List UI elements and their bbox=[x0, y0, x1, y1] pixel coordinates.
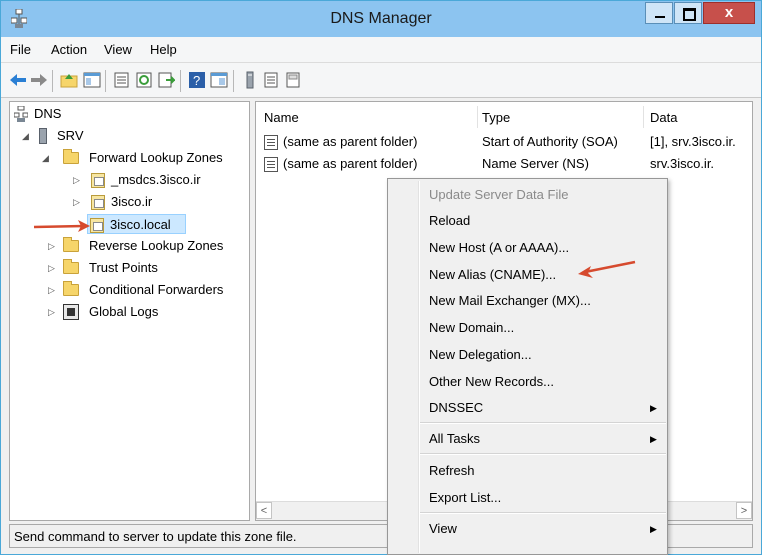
record-data: [1], srv.3isco.ir. bbox=[650, 134, 736, 149]
submenu-arrow-icon: ▶ bbox=[650, 524, 657, 534]
record-icon bbox=[264, 135, 278, 150]
table-row[interactable]: (same as parent folder) Name Server (NS)… bbox=[260, 154, 750, 174]
menu-dnssec[interactable]: DNSSEC bbox=[429, 398, 483, 418]
menu-update-server-data-file[interactable]: Update Server Data File bbox=[429, 185, 568, 205]
record-type: Start of Authority (SOA) bbox=[482, 134, 618, 149]
tree-item-zone-msdcs[interactable]: ▷ _msdcs.3isco.ir bbox=[12, 170, 242, 190]
tree-label-forward-lookup-zones: Forward Lookup Zones bbox=[89, 150, 223, 165]
tree-label-reverse-lookup-zones: Reverse Lookup Zones bbox=[89, 238, 224, 253]
collapse-icon[interactable]: ◢ bbox=[22, 126, 29, 146]
column-header-data[interactable]: Data bbox=[650, 108, 677, 128]
expand-icon[interactable]: ▷ bbox=[48, 236, 55, 256]
zone-icon bbox=[90, 218, 104, 233]
menu-file[interactable]: File bbox=[10, 42, 31, 57]
global-logs-icon bbox=[63, 304, 79, 320]
menu-new-delegation[interactable]: New Delegation... bbox=[429, 345, 532, 365]
expand-icon[interactable]: ▷ bbox=[48, 302, 55, 322]
tree-item-global-logs[interactable]: ▷ Global Logs bbox=[12, 302, 242, 322]
tree-item-zone-3isco-ir[interactable]: ▷ 3isco.ir bbox=[12, 192, 242, 212]
scroll-right-icon[interactable]: > bbox=[736, 502, 752, 519]
tree-label-conditional-forwarders: Conditional Forwarders bbox=[89, 282, 224, 297]
tree-item-srv[interactable]: ◢ SRV bbox=[12, 126, 242, 146]
folder-icon bbox=[63, 149, 79, 164]
column-header-name[interactable]: Name bbox=[264, 108, 299, 128]
expand-icon[interactable]: ▷ bbox=[48, 258, 55, 278]
minimize-button[interactable] bbox=[645, 2, 673, 24]
tree-label-zone: 3isco.ir bbox=[111, 194, 153, 209]
tree-item-forward-lookup-zones[interactable]: ◢ Forward Lookup Zones bbox=[12, 148, 248, 168]
tree-item-zone-3isco-local[interactable]: 3isco.local bbox=[87, 214, 186, 234]
dns-root-icon bbox=[13, 105, 29, 128]
menu-export-list[interactable]: Export List... bbox=[429, 488, 501, 508]
status-text: Send command to server to update this zo… bbox=[14, 529, 297, 544]
menu-other-new-records[interactable]: Other New Records... bbox=[429, 372, 554, 392]
tree-label-trust-points: Trust Points bbox=[89, 260, 158, 275]
help-icon[interactable]: ? bbox=[188, 71, 206, 89]
server-icon bbox=[39, 128, 47, 144]
console-icon[interactable] bbox=[210, 71, 228, 89]
folder-icon bbox=[63, 281, 79, 296]
tree-label-zone: _msdcs.3isco.ir bbox=[111, 172, 201, 187]
submenu-arrow-icon: ▶ bbox=[650, 403, 657, 413]
annotation-arrow-zone bbox=[33, 220, 90, 232]
properties-sheet-icon[interactable] bbox=[284, 71, 302, 89]
expand-icon[interactable]: ▷ bbox=[48, 280, 55, 300]
title-bar[interactable]: DNS Manager x bbox=[1, 1, 761, 37]
expand-icon[interactable]: ▷ bbox=[73, 192, 80, 212]
menu-help[interactable]: Help bbox=[150, 42, 177, 57]
record-name: (same as parent folder) bbox=[283, 156, 418, 171]
menu-reload[interactable]: Reload bbox=[429, 211, 470, 231]
tree-item-conditional-forwarders[interactable]: ▷ Conditional Forwarders bbox=[12, 280, 248, 300]
zone-icon bbox=[91, 173, 105, 188]
folder-icon bbox=[63, 237, 79, 252]
column-header-type[interactable]: Type bbox=[482, 108, 510, 128]
console-tree: DNS ◢ SRV ◢ Forward Lookup Zones ▷ _msdc… bbox=[9, 101, 250, 521]
tree-item-reverse-lookup-zones[interactable]: ▷ Reverse Lookup Zones bbox=[12, 236, 248, 256]
folder-icon bbox=[63, 259, 79, 274]
menu-refresh[interactable]: Refresh bbox=[429, 461, 475, 481]
menu-new-domain[interactable]: New Domain... bbox=[429, 318, 514, 338]
maximize-button[interactable] bbox=[674, 2, 702, 24]
submenu-arrow-icon: ▶ bbox=[650, 434, 657, 444]
expand-icon[interactable]: ▷ bbox=[73, 170, 80, 190]
properties-icon[interactable] bbox=[113, 71, 131, 89]
tree-label-dns: DNS bbox=[34, 106, 62, 121]
menu-new-host[interactable]: New Host (A or AAAA)... bbox=[429, 238, 569, 258]
tree-label-srv: SRV bbox=[57, 128, 84, 143]
server-icon[interactable] bbox=[241, 71, 259, 89]
tree-item-trust-points[interactable]: ▷ Trust Points bbox=[12, 258, 242, 278]
record-data: srv.3isco.ir. bbox=[650, 156, 715, 171]
menu-view[interactable]: View bbox=[104, 42, 132, 57]
toolbar: ? bbox=[1, 63, 761, 98]
annotation-arrow-new-alias bbox=[578, 260, 636, 278]
menu-view[interactable]: View bbox=[429, 519, 457, 539]
tree-item-dns[interactable]: DNS bbox=[12, 104, 242, 124]
list-icon[interactable] bbox=[262, 71, 280, 89]
forward-icon[interactable] bbox=[30, 71, 48, 89]
collapse-icon[interactable]: ◢ bbox=[42, 148, 49, 168]
zone-icon bbox=[91, 195, 105, 210]
menu-new-mail-exchanger[interactable]: New Mail Exchanger (MX)... bbox=[429, 291, 591, 311]
tree-label-zone: 3isco.local bbox=[110, 217, 171, 232]
menu-bar: File Action View Help bbox=[1, 37, 761, 63]
close-icon: x bbox=[724, 4, 734, 21]
context-menu: Update Server Data File Reload New Host … bbox=[387, 178, 668, 555]
export-list-icon[interactable] bbox=[157, 71, 177, 89]
close-button[interactable]: x bbox=[703, 2, 755, 24]
menu-all-tasks[interactable]: All Tasks bbox=[429, 429, 480, 449]
record-type: Name Server (NS) bbox=[482, 156, 589, 171]
menu-new-alias-cname[interactable]: New Alias (CNAME)... bbox=[429, 265, 556, 285]
back-icon[interactable] bbox=[9, 71, 27, 89]
record-name: (same as parent folder) bbox=[283, 134, 418, 149]
tree-label-global-logs: Global Logs bbox=[89, 304, 159, 319]
show-hide-tree-icon[interactable] bbox=[83, 71, 101, 89]
up-folder-icon[interactable] bbox=[60, 71, 78, 89]
table-row[interactable]: (same as parent folder) Start of Authori… bbox=[260, 132, 750, 152]
svg-text:?: ? bbox=[193, 73, 200, 88]
record-icon bbox=[264, 157, 278, 172]
scroll-left-icon[interactable]: < bbox=[256, 502, 272, 519]
menu-action[interactable]: Action bbox=[51, 42, 87, 57]
refresh-icon[interactable] bbox=[135, 71, 153, 89]
